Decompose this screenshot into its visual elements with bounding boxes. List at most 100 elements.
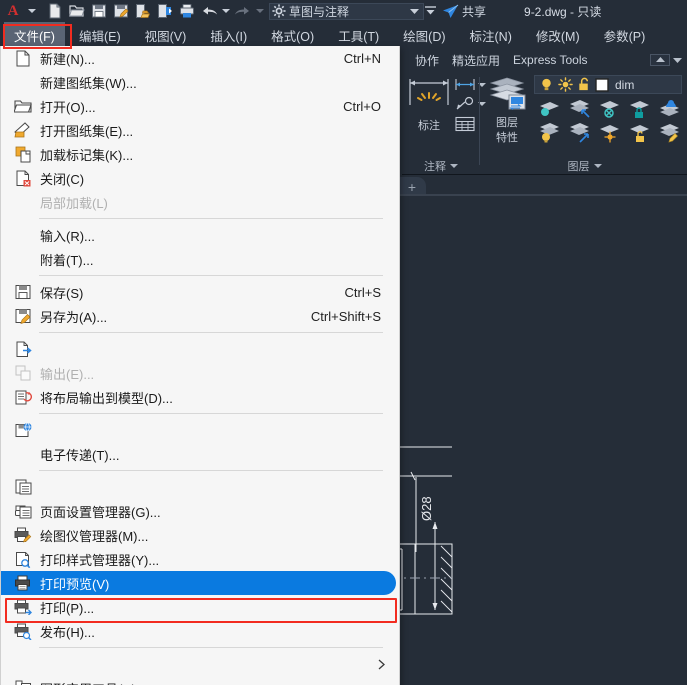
menu-item-plot[interactable]: 打印预览(V) (1, 571, 396, 595)
ribbon-tab-collaborate[interactable]: 协作 (415, 52, 439, 69)
open-folder-icon[interactable] (66, 0, 88, 22)
menu-item-plot-style-manager[interactable]: 绘图仪管理器(M)... (1, 523, 399, 547)
ribbon-options-chevron-icon[interactable] (673, 57, 682, 63)
layers-panel-label: 图层 (567, 161, 590, 173)
open-from-web-icon[interactable] (154, 0, 176, 22)
layer-freeze-icon[interactable] (567, 99, 591, 119)
menu-item-etransmit[interactable] (1, 418, 399, 442)
plotstyle-icon (11, 525, 35, 545)
annotation-panel-label: 注释 (424, 161, 446, 173)
menu-item-drawing-properties[interactable]: 图形实用工具(U) (1, 676, 399, 685)
plot-icon[interactable] (176, 0, 198, 22)
workspace-combobox[interactable]: 草图与注释 (269, 2, 424, 20)
menu-item-save[interactable]: 保存(S) Ctrl+S (1, 280, 399, 304)
menubar-item-edit[interactable]: 编辑(E) (69, 22, 131, 49)
layer-on-lightbulb-icon[interactable] (539, 77, 554, 92)
menubar-item-format[interactable]: 格式(O) (261, 22, 324, 49)
menu-item-send[interactable]: 电子传递(T)... (1, 442, 399, 466)
ribbon: 标注 注释 图层 特性 dim 图层 (402, 71, 687, 175)
drawing-canvas[interactable]: Ø28 (395, 196, 687, 685)
menu-item-load-markup[interactable]: 加载标记集(K)... (1, 142, 399, 166)
menu-item-attach[interactable]: 附着(T)... (1, 247, 399, 271)
undo-icon[interactable] (198, 0, 220, 22)
table-icon[interactable] (454, 115, 476, 133)
ribbon-collapse-button[interactable] (650, 54, 682, 66)
menu-separator-5 (39, 470, 383, 471)
no-icon (11, 654, 35, 674)
ribbon-tab-featured-apps[interactable]: 精选应用 (452, 52, 500, 69)
menu-item-open[interactable]: 打开(O)... Ctrl+O (1, 94, 399, 118)
dimension-button-label: 标注 (418, 120, 440, 132)
menubar-item-insert[interactable]: 插入(I) (200, 22, 257, 49)
menubar-item-file[interactable]: 文件(F) (4, 22, 65, 49)
menubar-item-modify[interactable]: 修改(M) (526, 22, 590, 49)
undo-chevron-icon[interactable] (220, 0, 232, 22)
menubar-item-view[interactable]: 视图(V) (135, 22, 197, 49)
menu-item-new[interactable]: 新建(N)... Ctrl+N (1, 46, 399, 70)
share-button[interactable]: 共享 (442, 3, 486, 20)
menu-item-plotter-manager-label: 页面设置管理器(G)... (40, 504, 161, 520)
layers-panel-chevron-icon (593, 164, 602, 168)
dimension-button[interactable]: 标注 (406, 75, 452, 145)
layer-off-icon[interactable] (597, 99, 621, 119)
layer-unlock-icon[interactable] (577, 77, 591, 92)
ribbon-panel-annotation-title[interactable]: 注释 (402, 158, 480, 174)
save-as-icon[interactable] (110, 0, 132, 22)
menu-item-export-layout-to-model: 输出(E)... (1, 361, 399, 385)
menu-item-page-setup-manager[interactable] (1, 475, 399, 499)
no-icon (11, 249, 35, 269)
menubar-item-parametric[interactable]: 参数(P) (594, 22, 656, 49)
menu-item-close[interactable]: 关闭(C) (1, 166, 399, 190)
menu-item-new-sheetset[interactable]: 新建图纸集(W)... (1, 70, 399, 94)
qat-overflow-icon[interactable] (424, 0, 436, 22)
layer-thaw-sun-icon[interactable] (558, 77, 573, 92)
layer-properties-button[interactable]: 图层 特性 (484, 75, 530, 145)
ribbon-panel-layers-title[interactable]: 图层 (482, 158, 687, 174)
menu-item-load-markup-label: 加载标记集(K)... (40, 147, 134, 163)
layer-color-swatch-icon[interactable] (595, 77, 609, 92)
new-icon[interactable] (44, 0, 66, 22)
menu-item-open-sheetset[interactable]: 打开图纸集(E)... (1, 118, 399, 142)
menu-item-import[interactable]: 输入(R)... (1, 223, 399, 247)
ribbon-panel-annotation: 标注 注释 (402, 71, 486, 175)
menu-item-plot-preview[interactable]: 打印样式管理器(Y)... (1, 547, 399, 571)
export-icon (11, 339, 35, 359)
layer-match-icon[interactable] (657, 123, 681, 143)
layer-turn-all-on-icon[interactable] (537, 123, 561, 143)
menu-item-view-plot-details[interactable]: 发布(H)... (1, 619, 399, 643)
layer-isolate-icon[interactable] (537, 99, 561, 119)
menu-item-dwg-convert[interactable]: 将布局输出到模型(D)... (1, 385, 399, 409)
menubar-item-dimension[interactable]: 标注(N) (460, 22, 522, 49)
menu-item-send-label: 电子传递(T)... (40, 447, 120, 463)
menu-item-partial-load: 局部加载(L) (1, 190, 399, 214)
menubar-item-tools[interactable]: 工具(T) (328, 22, 389, 49)
open-sheetset-icon (11, 120, 35, 140)
app-menu-chevron-icon[interactable] (26, 0, 38, 22)
autocad-window: A 草图与注释 共享 9-2.dwg - 只读 文件(F) 编辑(E) 视图(V… (0, 0, 687, 685)
no-icon (11, 444, 35, 464)
redo-icon[interactable] (232, 0, 254, 22)
collapse-ribbon-icon[interactable] (650, 54, 670, 66)
ribbon-tab-express-tools[interactable]: Express Tools (513, 53, 587, 67)
menu-item-export[interactable] (1, 337, 399, 361)
redo-chevron-icon[interactable] (254, 0, 266, 22)
layer-unisolate-icon[interactable] (597, 123, 621, 143)
layer-thaw-all-icon[interactable] (567, 123, 591, 143)
menu-item-publish[interactable]: 打印(P)... (1, 595, 399, 619)
layer-unlock-all-icon[interactable] (627, 123, 651, 143)
menu-item-drawing-utilities[interactable] (1, 652, 399, 676)
layer-lock-icon[interactable] (627, 99, 651, 119)
menu-item-save-as[interactable]: 另存为(A)... Ctrl+Shift+S (1, 304, 399, 328)
save-to-web-icon[interactable] (132, 0, 154, 22)
linear-dimension-icon[interactable] (454, 77, 476, 93)
workspace-chevron-icon[interactable] (410, 8, 419, 15)
menubar-item-draw[interactable]: 绘图(D) (393, 22, 455, 49)
layer-combobox[interactable]: dim (534, 75, 682, 94)
submenu-chevron-right-icon (378, 659, 399, 670)
document-tab-strip: + (395, 175, 687, 196)
layer-make-current-icon[interactable] (657, 99, 681, 119)
menu-item-plotter-manager[interactable]: 页面设置管理器(G)... (1, 499, 399, 523)
app-logo-icon[interactable]: A (0, 0, 26, 22)
save-icon[interactable] (88, 0, 110, 22)
leader-icon[interactable] (454, 96, 476, 112)
